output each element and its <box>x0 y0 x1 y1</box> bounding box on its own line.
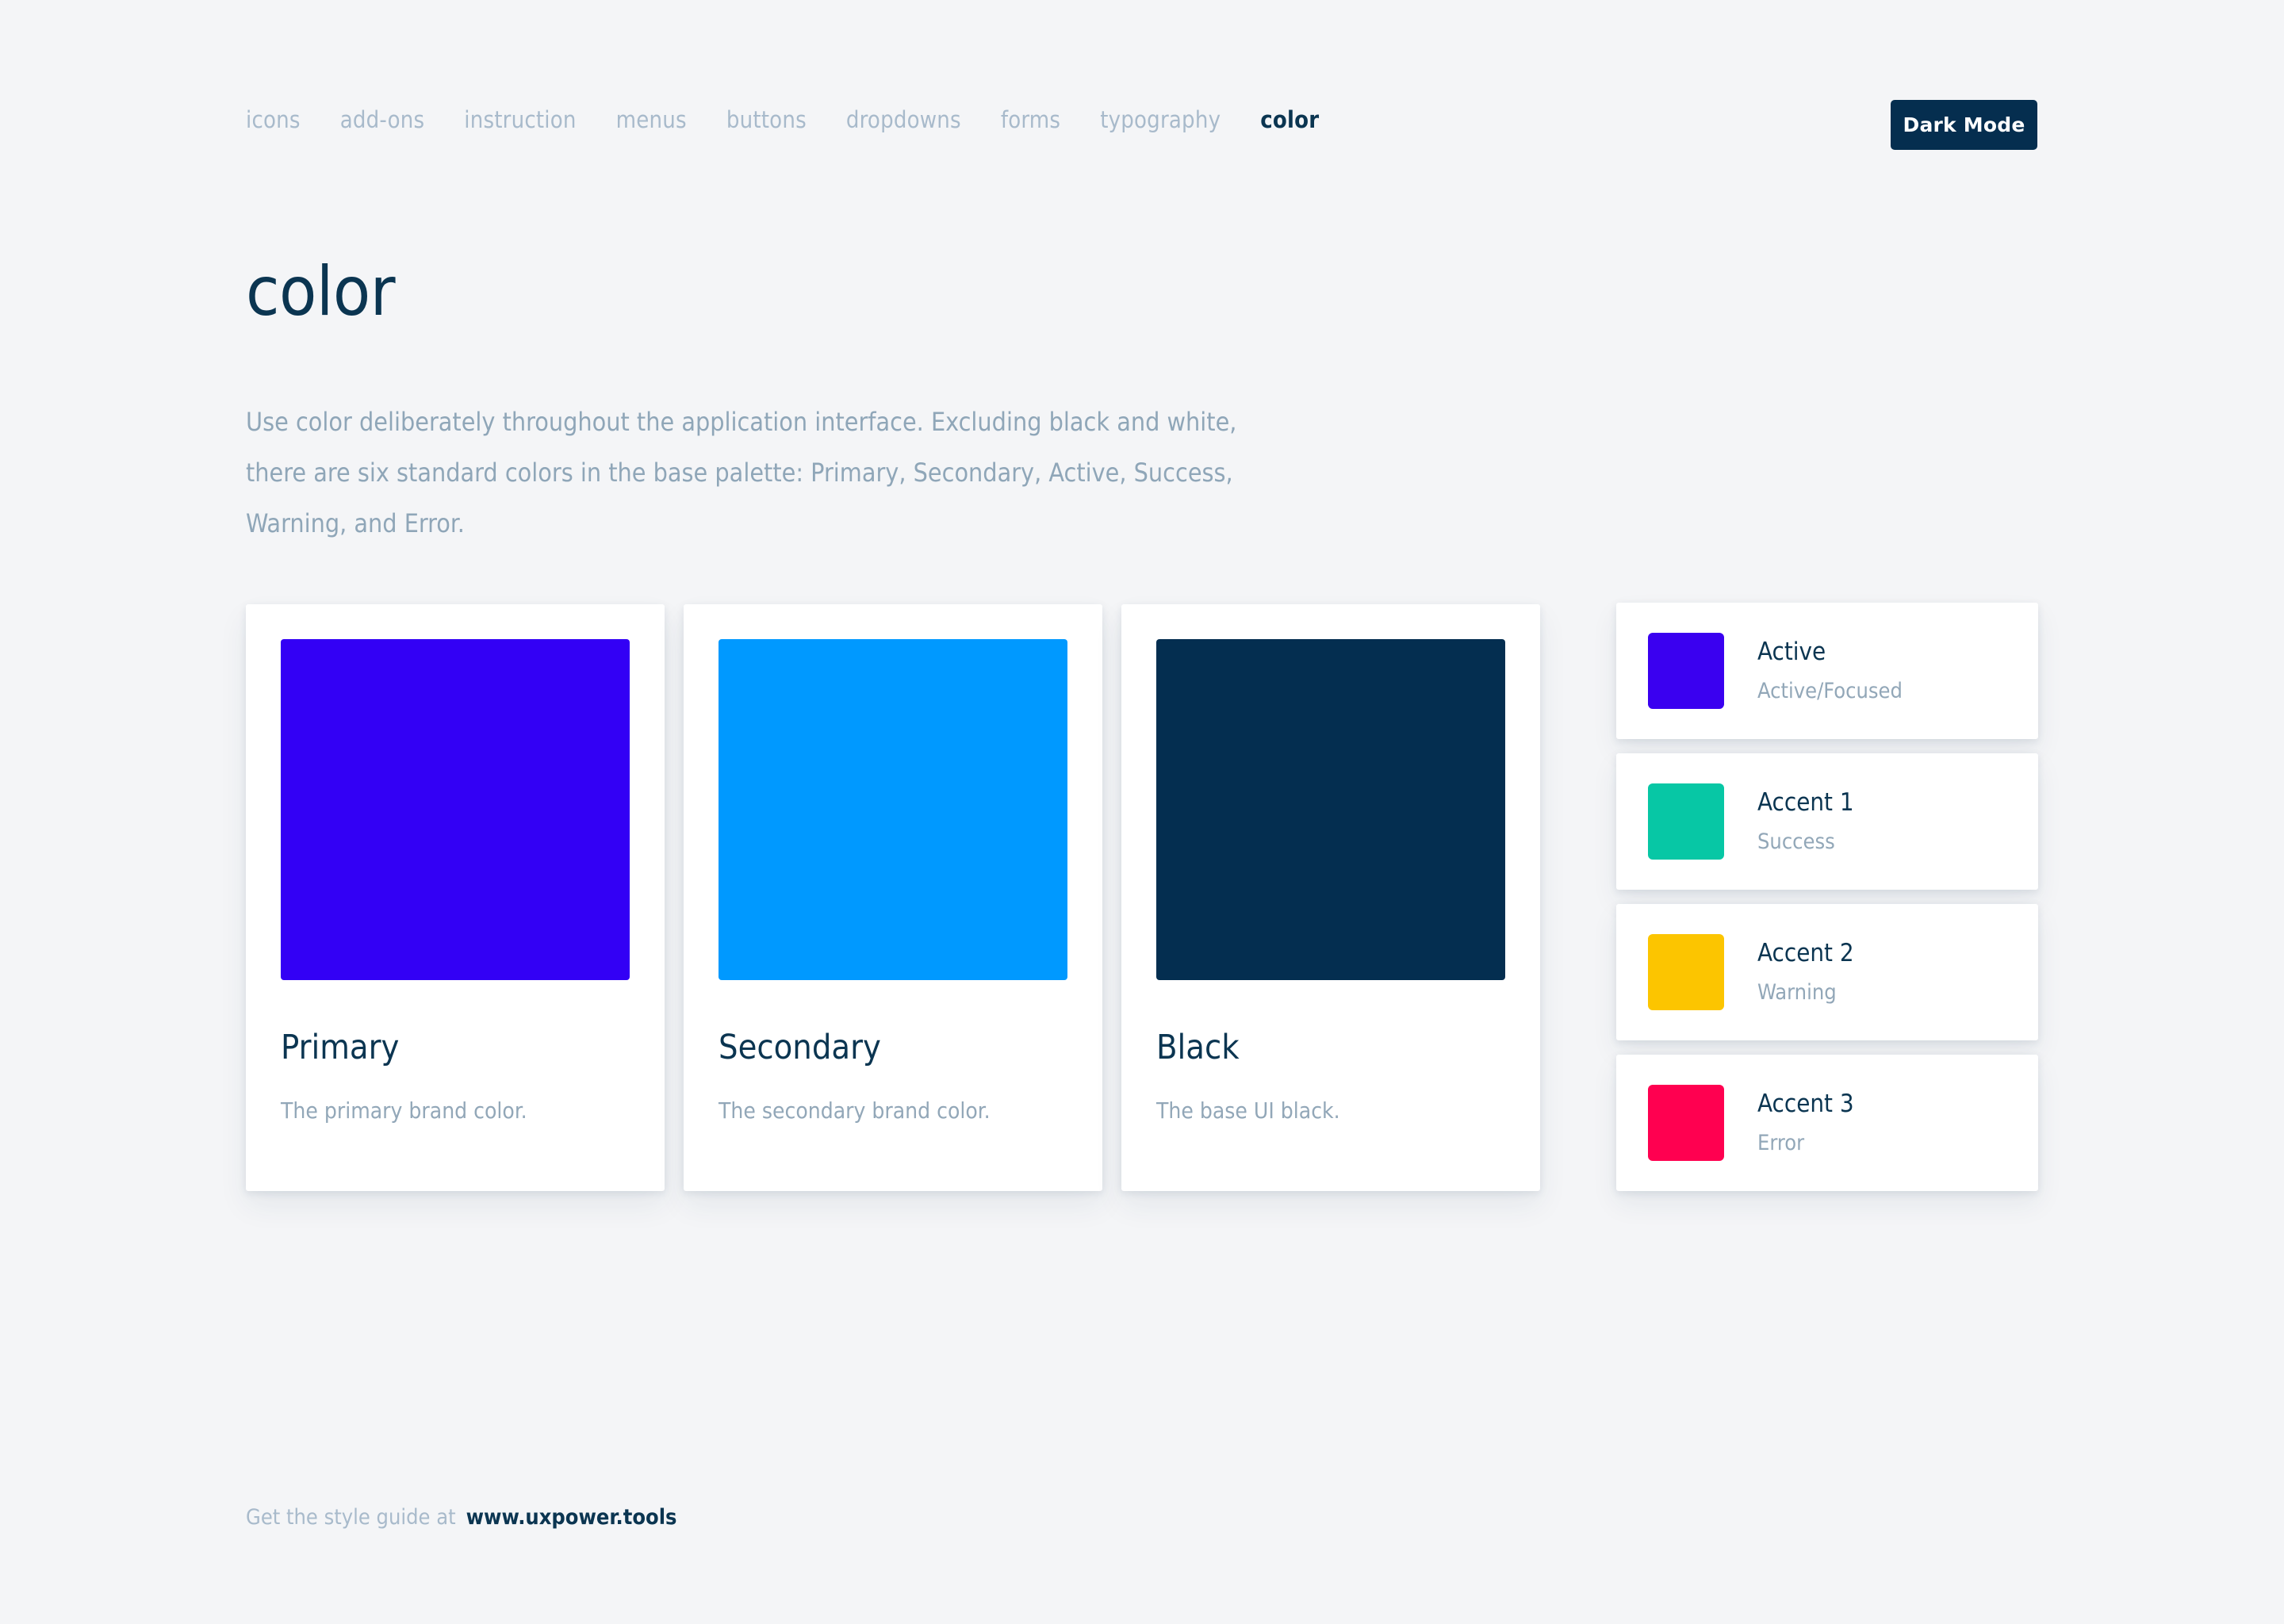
color-swatch-warning <box>1648 934 1724 1010</box>
accent-card-text: Accent 1 Success <box>1757 788 1854 854</box>
accent-card-accent-3[interactable]: Accent 3 Error <box>1616 1055 2038 1191</box>
color-card-black[interactable]: Black The base UI black. <box>1121 604 1540 1191</box>
color-card-description: The secondary brand color. <box>719 1097 991 1124</box>
nav-item-icons[interactable]: icons <box>246 106 301 133</box>
accent-card-active[interactable]: Active Active/Focused <box>1616 603 2038 739</box>
nav-item-dropdowns[interactable]: dropdowns <box>846 106 961 133</box>
nav-item-typography[interactable]: typography <box>1100 106 1221 133</box>
color-swatch-secondary <box>719 639 1067 980</box>
color-card-secondary[interactable]: Secondary The secondary brand color. <box>684 604 1102 1191</box>
accent-card-accent-2[interactable]: Accent 2 Warning <box>1616 904 2038 1040</box>
accent-card-text: Accent 3 Error <box>1757 1090 1854 1155</box>
dark-mode-toggle-button[interactable]: Dark Mode <box>1891 100 2037 150</box>
nav-item-color[interactable]: color <box>1260 106 1319 133</box>
nav-item-instruction[interactable]: instruction <box>464 106 576 133</box>
accent-card-title: Active <box>1757 638 1826 666</box>
color-card-title: Black <box>1156 1028 1240 1067</box>
footer-label: Get the style guide at <box>246 1505 456 1530</box>
primary-color-card-list: Primary The primary brand color. Seconda… <box>246 604 1540 1191</box>
color-swatch-error <box>1648 1085 1724 1161</box>
accent-card-text: Accent 2 Warning <box>1757 939 1854 1005</box>
accent-color-card-list: Active Active/Focused Accent 1 Success A… <box>1616 603 2038 1191</box>
accent-card-title: Accent 2 <box>1757 939 1854 967</box>
color-card-title: Secondary <box>719 1028 881 1067</box>
accent-card-usage: Success <box>1757 829 1835 854</box>
accent-card-usage: Error <box>1757 1131 1805 1155</box>
color-card-description: The primary brand color. <box>281 1097 527 1124</box>
accent-card-text: Active Active/Focused <box>1757 638 1903 703</box>
main-navigation: icons add-ons instruction menus buttons … <box>246 106 1359 133</box>
footer-style-guide-link[interactable]: www.uxpower.tools <box>466 1505 677 1530</box>
nav-item-add-ons[interactable]: add-ons <box>340 106 425 133</box>
footer: Get the style guide at www.uxpower.tools <box>246 1505 677 1530</box>
accent-card-title: Accent 1 <box>1757 788 1854 817</box>
nav-item-buttons[interactable]: buttons <box>726 106 807 133</box>
accent-card-usage: Active/Focused <box>1757 679 1903 703</box>
topbar: icons add-ons instruction menus buttons … <box>0 0 2284 190</box>
nav-item-menus[interactable]: menus <box>616 106 687 133</box>
color-swatch-black <box>1156 639 1505 980</box>
accent-card-accent-1[interactable]: Accent 1 Success <box>1616 753 2038 890</box>
color-swatch-active <box>1648 633 1724 709</box>
accent-card-usage: Warning <box>1757 980 1837 1005</box>
color-swatch-success <box>1648 783 1724 860</box>
color-card-primary[interactable]: Primary The primary brand color. <box>246 604 665 1191</box>
accent-card-title: Accent 3 <box>1757 1090 1854 1118</box>
page-root: icons add-ons instruction menus buttons … <box>0 0 2284 1624</box>
color-swatch-primary <box>281 639 630 980</box>
color-card-title: Primary <box>281 1028 400 1067</box>
page-title: color <box>246 252 395 331</box>
nav-item-forms[interactable]: forms <box>1001 106 1060 133</box>
page-intro-text: Use color deliberately throughout the ap… <box>246 407 1237 538</box>
color-card-description: The base UI black. <box>1156 1097 1340 1124</box>
